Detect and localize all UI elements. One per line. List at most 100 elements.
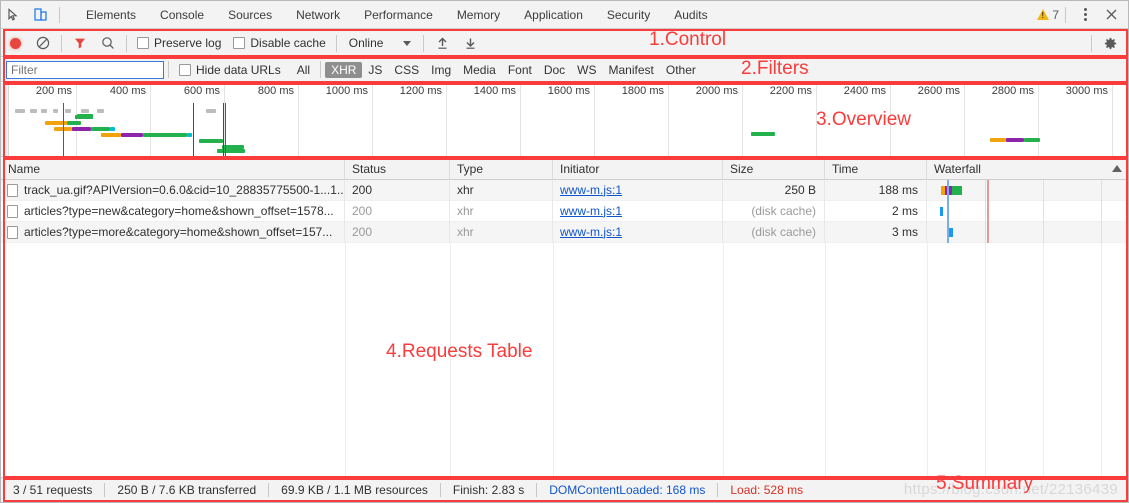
column-header-waterfall[interactable]: Waterfall [927, 158, 1128, 180]
tab-performance[interactable]: Performance [352, 1, 445, 29]
table-row[interactable]: articles?type=new&category=home&shown_of… [1, 200, 1128, 222]
column-header-type[interactable]: Type [450, 158, 553, 180]
filter-toggle-icon[interactable] [66, 30, 94, 56]
document-icon [7, 225, 18, 239]
tab-network[interactable]: Network [284, 1, 352, 29]
filter-type-img[interactable]: Img [425, 62, 457, 78]
initiator-link[interactable]: www-m.js:1 [560, 204, 622, 218]
overview-tick-1400ms: 1400 ms [473, 85, 516, 97]
filter-type-media[interactable]: Media [457, 62, 502, 78]
row-name-cell[interactable]: articles?type=more&category=home&shown_o… [1, 221, 345, 243]
search-input[interactable] [6, 60, 164, 79]
overview-load-line-2 [223, 103, 224, 156]
initiator-link[interactable]: www-m.js:1 [560, 183, 622, 197]
table-header-row: Name Status Type Initiator Size Time Wat… [1, 158, 1128, 180]
network-summary-bar: 3 / 51 requests 250 B / 7.6 KB transferr… [1, 477, 1128, 501]
warning-icon [1037, 9, 1050, 20]
filter-type-css[interactable]: CSS [388, 62, 425, 78]
column-header-size[interactable]: Size [723, 158, 825, 180]
table-row[interactable]: articles?type=more&category=home&shown_o… [1, 221, 1128, 243]
table-row[interactable]: track_ua.gif?APIVersion=0.6.0&cid=10_288… [1, 179, 1128, 201]
disable-cache-checkbox[interactable]: Disable cache [227, 36, 331, 50]
row-name-cell[interactable]: track_ua.gif?APIVersion=0.6.0&cid=10_288… [1, 179, 345, 201]
row-initiator-cell[interactable]: www-m.js:1 [553, 200, 723, 222]
overview-tick-1600ms: 1600 ms [547, 85, 590, 97]
waterfall-load-line [987, 221, 989, 243]
throttling-dropdown[interactable]: Online [341, 36, 420, 50]
filter-type-xhr[interactable]: XHR [325, 61, 363, 78]
waterfall-load-line [987, 200, 989, 222]
row-waterfall-cell [927, 179, 1128, 201]
column-header-name[interactable]: Name [1, 158, 345, 180]
tab-console[interactable]: Console [148, 1, 216, 29]
gear-icon[interactable] [1096, 30, 1124, 56]
waterfall-dcl-line [947, 200, 949, 222]
tab-application[interactable]: Application [512, 1, 595, 29]
row-name-text: articles?type=new&category=home&shown_of… [24, 203, 334, 218]
devtools-tabbar: Elements Console Sources Network Perform… [1, 1, 1128, 29]
filter-type-font[interactable]: Font [502, 62, 538, 78]
row-status-cell: 200 [345, 179, 450, 201]
clear-button[interactable] [29, 30, 57, 56]
row-initiator-cell[interactable]: www-m.js:1 [553, 221, 723, 243]
more-options-icon[interactable] [1072, 2, 1098, 28]
control-divider-4 [423, 34, 425, 52]
filter-type-other[interactable]: Other [660, 62, 702, 78]
filter-type-js[interactable]: JS [362, 62, 388, 78]
warning-counter[interactable]: 7 [1037, 8, 1059, 22]
tab-security[interactable]: Security [595, 1, 662, 29]
row-type-cell: xhr [450, 200, 553, 222]
column-header-time[interactable]: Time [825, 158, 927, 180]
control-divider-1 [61, 34, 62, 52]
network-control-bar: Preserve log Disable cache Online [1, 30, 1128, 57]
filter-type-doc[interactable]: Doc [538, 62, 571, 78]
summary-load: Load: 528 ms [730, 482, 804, 497]
chevron-down-icon [403, 40, 412, 46]
column-header-initiator[interactable]: Initiator [553, 158, 723, 180]
inspect-element-icon[interactable] [1, 2, 27, 28]
summary-transferred: 250 B / 7.6 KB transferred [117, 482, 257, 497]
preserve-log-label: Preserve log [154, 36, 222, 50]
tab-audits[interactable]: Audits [662, 1, 719, 29]
export-har-icon[interactable] [456, 30, 484, 56]
initiator-link[interactable]: www-m.js:1 [560, 225, 622, 239]
overview-tick-600ms: 600 ms [183, 85, 220, 97]
overview-tick-2600ms: 2600 ms [917, 85, 960, 97]
tab-sources[interactable]: Sources [216, 1, 284, 29]
network-filter-bar: Hide data URLs All XHR JS CSS Img Media … [1, 58, 1128, 82]
filter-type-all[interactable]: All [291, 62, 316, 78]
tabbar-actions: 7 [1037, 2, 1128, 28]
requests-table: Name Status Type Initiator Size Time Wat… [1, 158, 1128, 478]
row-status-cell: 200 [345, 200, 450, 222]
device-toolbar-icon[interactable] [27, 2, 53, 28]
search-icon[interactable] [94, 30, 122, 56]
row-name-cell[interactable]: articles?type=new&category=home&shown_of… [1, 200, 345, 222]
overview-tick-2400ms: 2400 ms [843, 85, 886, 97]
tab-memory[interactable]: Memory [445, 1, 512, 29]
close-icon[interactable] [1098, 2, 1124, 28]
overview-load-line [193, 103, 194, 156]
overview-dcl-line-2 [225, 103, 226, 156]
overview-tick-2200ms: 2200 ms [769, 85, 812, 97]
network-overview[interactable]: 200 ms 400 ms 600 ms 800 ms 1000 ms 1200… [1, 83, 1128, 157]
filter-divider-1 [168, 61, 169, 78]
row-size-cell: (disk cache) [723, 221, 825, 243]
overview-tick-800ms: 800 ms [257, 85, 294, 97]
preserve-log-checkbox[interactable]: Preserve log [131, 36, 227, 50]
filter-type-ws[interactable]: WS [571, 62, 602, 78]
tab-elements[interactable]: Elements [74, 1, 148, 29]
row-name-text: articles?type=more&category=home&shown_o… [24, 224, 333, 239]
warning-count: 7 [1052, 7, 1059, 22]
preserve-log-box [137, 37, 149, 49]
actions-divider [1065, 6, 1066, 23]
overview-tick-2800ms: 2800 ms [991, 85, 1034, 97]
document-icon [7, 204, 18, 218]
overview-tick-1200ms: 1200 ms [399, 85, 442, 97]
row-initiator-cell[interactable]: www-m.js:1 [553, 179, 723, 201]
tabbar-divider [59, 6, 60, 23]
hide-data-urls-checkbox[interactable]: Hide data URLs [173, 63, 287, 77]
column-header-status[interactable]: Status [345, 158, 450, 180]
import-har-icon[interactable] [428, 30, 456, 56]
filter-type-manifest[interactable]: Manifest [603, 62, 660, 78]
record-button[interactable] [1, 30, 29, 56]
